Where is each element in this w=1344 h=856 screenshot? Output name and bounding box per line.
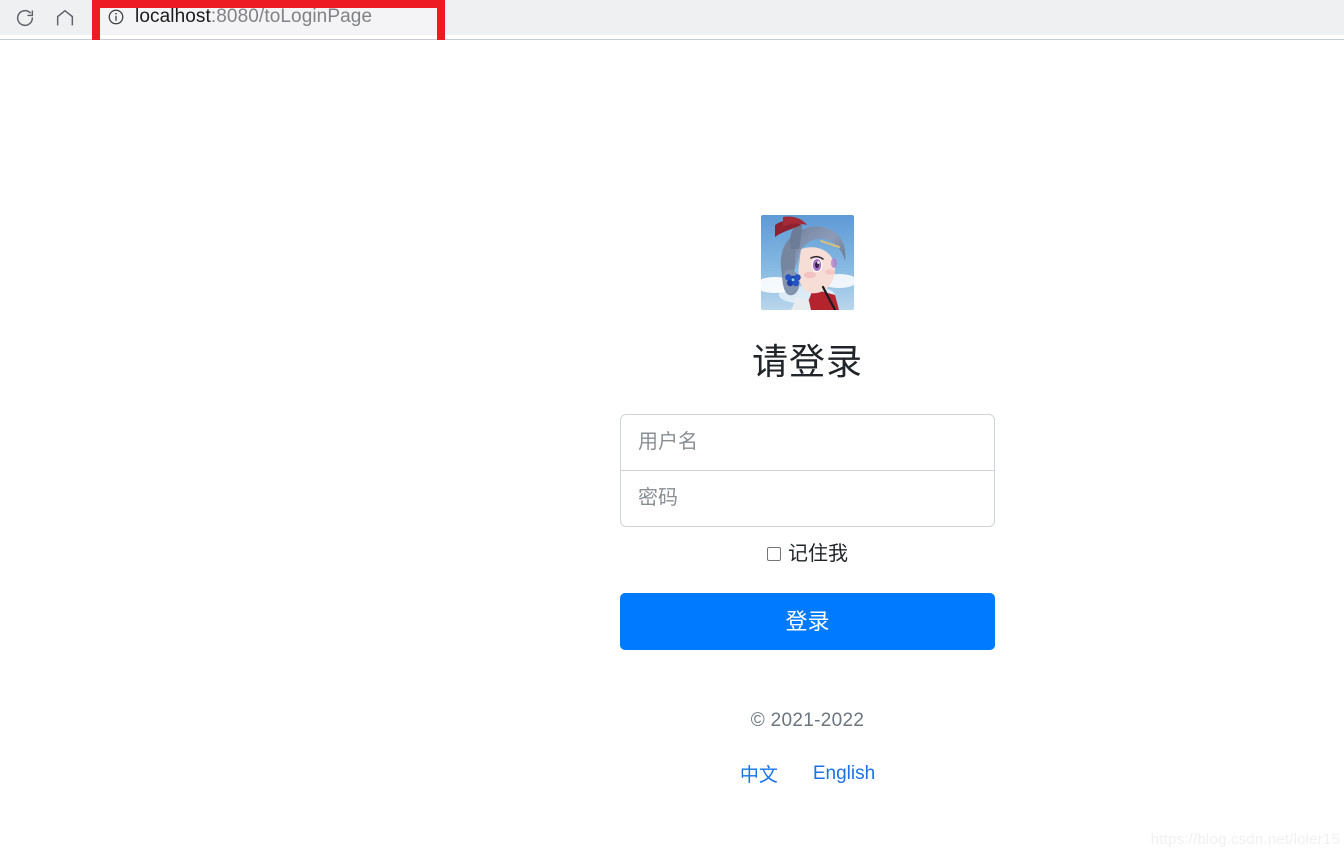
- language-link-chinese[interactable]: 中文: [740, 760, 778, 787]
- login-form: 请登录 记住我 登录 © 2021-2022 中文 English: [620, 215, 995, 787]
- avatar: [761, 215, 854, 310]
- avatar-image: [761, 215, 854, 310]
- reload-icon[interactable]: [12, 5, 38, 31]
- copyright-text: © 2021-2022: [750, 710, 865, 731]
- login-button[interactable]: 登录: [620, 593, 995, 650]
- browser-toolbar: localhost:8080/toLoginPage: [0, 0, 1344, 35]
- language-link-english[interactable]: English: [813, 763, 875, 785]
- remember-me-row: 记住我: [620, 544, 995, 564]
- password-input[interactable]: [620, 470, 995, 527]
- login-page: 请登录 记住我 登录 © 2021-2022 中文 English https:…: [0, 40, 1344, 856]
- credentials-group: [620, 414, 995, 527]
- page-title: 请登录: [751, 341, 863, 382]
- remember-me-label[interactable]: 记住我: [788, 544, 848, 564]
- address-bar-url: localhost:8080/toLoginPage: [135, 6, 372, 28]
- language-switcher: 中文 English: [620, 760, 995, 787]
- remember-me-checkbox[interactable]: [767, 547, 781, 561]
- home-icon[interactable]: [52, 5, 78, 31]
- watermark-text: https://blog.csdn.net/loler15: [1150, 831, 1340, 848]
- url-path: :8080/toLoginPage: [210, 6, 373, 27]
- url-host: localhost: [135, 6, 211, 27]
- username-input[interactable]: [620, 414, 995, 471]
- address-bar[interactable]: localhost:8080/toLoginPage: [100, 0, 440, 34]
- info-circle-icon[interactable]: [107, 8, 125, 26]
